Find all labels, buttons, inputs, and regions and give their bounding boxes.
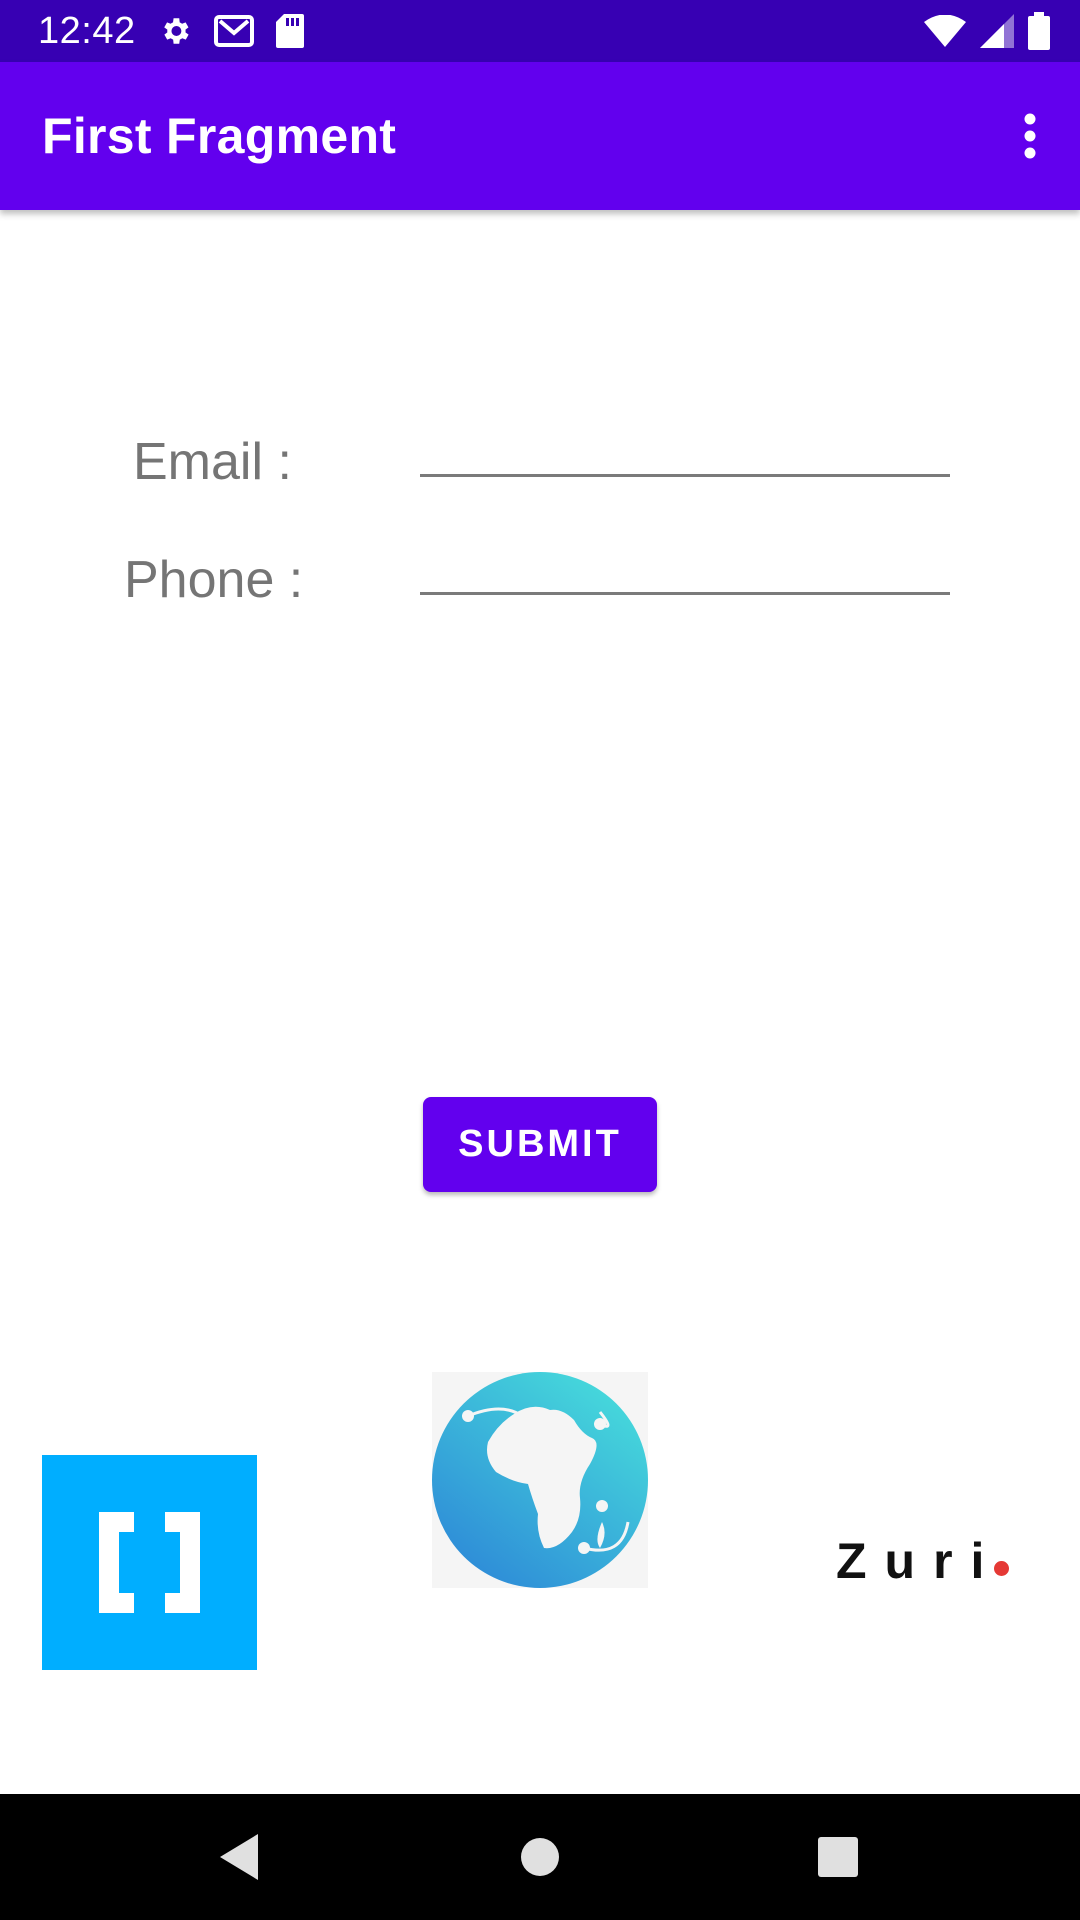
- settings-icon: [158, 14, 192, 48]
- status-bar: 12:42: [0, 0, 1080, 62]
- screen: 12:42 First Fragment Email: Phone: SUB…: [0, 0, 1080, 1920]
- recents-icon[interactable]: [810, 1829, 866, 1885]
- africa-globe-logo: [432, 1372, 648, 1588]
- phone-field[interactable]: [420, 522, 950, 595]
- more-vert-icon[interactable]: [1008, 104, 1052, 168]
- status-left-icons: [158, 12, 304, 50]
- zuri-logo: Zuri: [836, 1530, 1010, 1590]
- home-icon[interactable]: [512, 1829, 568, 1885]
- gmail-icon: [214, 15, 254, 47]
- app-bar: First Fragment: [0, 62, 1080, 210]
- navigation-bar: [0, 1794, 1080, 1920]
- submit-button[interactable]: SUBMIT: [423, 1097, 657, 1192]
- sd-card-icon: [276, 14, 304, 48]
- zuri-dot: [994, 1561, 1010, 1576]
- zuri-logo-text: Zuri: [836, 1533, 1003, 1589]
- email-label: Email :: [133, 433, 292, 491]
- email-field[interactable]: [420, 404, 950, 477]
- status-right-icons: [924, 12, 1050, 50]
- cell-signal-icon: [980, 14, 1014, 48]
- app-title: First Fragment: [42, 108, 397, 164]
- brackets-logo: [42, 1455, 257, 1670]
- status-time: 12:42: [38, 10, 136, 52]
- phone-label: Phone :: [124, 551, 304, 609]
- back-icon[interactable]: [212, 1829, 268, 1885]
- wifi-icon: [924, 15, 966, 47]
- battery-icon: [1028, 12, 1050, 50]
